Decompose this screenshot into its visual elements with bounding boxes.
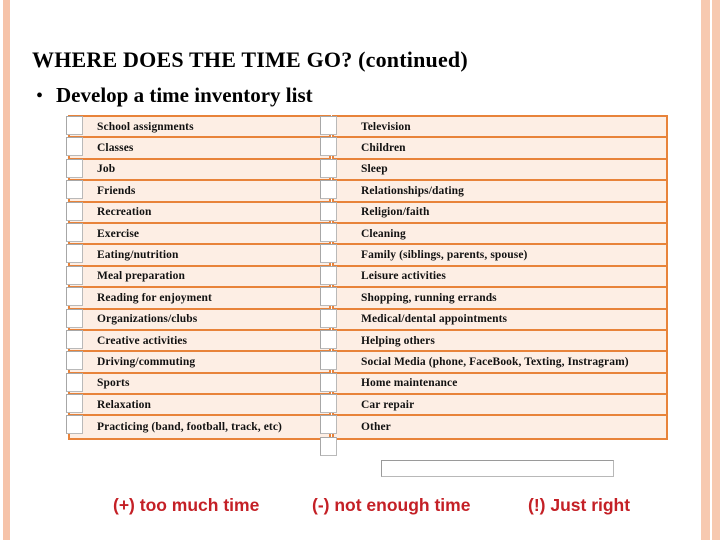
inventory-row[interactable]: Relaxation xyxy=(70,395,329,417)
inventory-row-label: Driving/commuting xyxy=(97,355,196,368)
inventory-row[interactable]: Sports xyxy=(70,374,329,396)
inventory-row-label: Leisure activities xyxy=(361,270,446,283)
inventory-checkbox[interactable] xyxy=(66,116,83,135)
inventory-checkbox[interactable] xyxy=(320,116,337,135)
inventory-checkbox[interactable] xyxy=(320,158,337,178)
inventory-checkbox[interactable] xyxy=(66,137,83,157)
inventory-row-label: Organizations/clubs xyxy=(97,313,198,326)
legend-item-just-right: (!) Just right xyxy=(528,495,631,515)
inventory-row[interactable]: Practicing (band, football, track, etc) xyxy=(70,416,329,437)
inventory-row[interactable]: Job xyxy=(70,160,329,182)
inventory-checkbox[interactable] xyxy=(320,351,337,371)
inventory-checkbox[interactable] xyxy=(320,415,337,435)
inventory-row[interactable]: Helping others xyxy=(334,331,666,353)
inventory-row-label: Religion/faith xyxy=(361,206,430,219)
inventory-table-right: Television Children Sleep Relationships/dat… xyxy=(332,115,668,440)
inventory-row[interactable]: Family (siblings, parents, spouse) xyxy=(334,245,666,267)
inventory-table-left: School assignments Classes Job Friends Recre… xyxy=(68,115,331,440)
inventory-checkbox[interactable] xyxy=(320,265,337,285)
inventory-row[interactable]: Recreation xyxy=(70,203,329,224)
inventory-checkbox[interactable] xyxy=(320,436,337,456)
inventory-row-label: School assignments xyxy=(97,120,194,133)
inventory-row[interactable]: Relationships/dating xyxy=(334,181,666,203)
inventory-row[interactable]: Other xyxy=(334,416,666,437)
inventory-row[interactable]: Creative activities xyxy=(70,331,329,353)
inventory-row-label: Family (siblings, parents, spouse) xyxy=(361,249,528,262)
legend: (+) too much time (-) not enough time (!… xyxy=(0,495,700,521)
inventory-row-label: Children xyxy=(361,142,406,155)
inventory-checkbox[interactable] xyxy=(66,222,83,242)
inventory-checkbox[interactable] xyxy=(320,287,337,307)
inventory-checkbox[interactable] xyxy=(66,158,83,178)
inventory-row-label: Shopping, running errands xyxy=(361,291,497,304)
inventory-checkbox[interactable] xyxy=(66,372,83,392)
inventory-row[interactable]: Home maintenance xyxy=(334,374,666,396)
inventory-row[interactable]: Eating/nutrition xyxy=(70,245,329,267)
inventory-row-label: Creative activities xyxy=(97,334,188,347)
inventory-row-label: Relationships/dating xyxy=(361,184,464,197)
inventory-row[interactable]: Shopping, running errands xyxy=(334,288,666,310)
inventory-row-label: Helping others xyxy=(361,334,435,347)
inventory-row[interactable]: Friends xyxy=(70,181,329,203)
inventory-checkbox[interactable] xyxy=(66,244,83,264)
inventory-row[interactable]: Meal preparation xyxy=(70,267,329,289)
inventory-row-label: Eating/nutrition xyxy=(97,249,179,262)
inventory-checkbox[interactable] xyxy=(66,308,83,328)
inventory-checkbox[interactable] xyxy=(320,329,337,349)
inventory-checkbox[interactable] xyxy=(320,222,337,242)
time-inventory-table: School assignments Classes Job Friends Recre… xyxy=(0,0,720,540)
inventory-checkbox[interactable] xyxy=(320,180,337,200)
slide-content: WHERE DOES THE TIME GO? (continued) • De… xyxy=(0,0,720,540)
inventory-row[interactable]: Reading for enjoyment xyxy=(70,288,329,310)
inventory-row-label: Social Media (phone, FaceBook, Texting, … xyxy=(361,355,629,368)
inventory-checkbox[interactable] xyxy=(66,180,83,200)
inventory-row[interactable]: School assignments xyxy=(70,117,329,139)
inventory-row-label: Cleaning xyxy=(361,227,406,240)
legend-item-too-much-time: (+) too much time xyxy=(113,495,260,515)
inventory-row[interactable]: Medical/dental appointments xyxy=(334,310,666,331)
inventory-row[interactable]: Leisure activities xyxy=(334,267,666,289)
inventory-row-label: Sleep xyxy=(361,163,388,176)
inventory-row[interactable]: Social Media (phone, FaceBook, Texting, … xyxy=(334,352,666,374)
inventory-row[interactable]: Exercise xyxy=(70,224,329,246)
inventory-row[interactable]: Classes xyxy=(70,138,329,160)
inventory-row[interactable]: Children xyxy=(334,138,666,160)
inventory-row-label: Other xyxy=(361,421,391,434)
inventory-row-label: Meal preparation xyxy=(97,270,185,283)
checkbox-column-right xyxy=(320,116,338,458)
inventory-checkbox[interactable] xyxy=(320,308,337,328)
inventory-row[interactable]: Religion/faith xyxy=(334,203,666,224)
other-answer-input[interactable] xyxy=(381,460,614,477)
legend-item-not-enough-time: (-) not enough time xyxy=(312,495,471,515)
inventory-row[interactable]: Driving/commuting xyxy=(70,352,329,374)
inventory-row[interactable]: Cleaning xyxy=(334,224,666,246)
inventory-row-label: Medical/dental appointments xyxy=(361,313,508,326)
inventory-checkbox[interactable] xyxy=(320,394,337,414)
inventory-row-label: Practicing (band, football, track, etc) xyxy=(97,421,282,434)
inventory-row[interactable]: Car repair xyxy=(334,395,666,417)
inventory-checkbox[interactable] xyxy=(66,265,83,285)
inventory-checkbox[interactable] xyxy=(66,394,83,414)
inventory-row[interactable]: Organizations/clubs xyxy=(70,310,329,331)
inventory-row-label: Car repair xyxy=(361,398,415,411)
checkbox-column-left xyxy=(66,116,84,437)
inventory-checkbox[interactable] xyxy=(66,351,83,371)
inventory-checkbox[interactable] xyxy=(320,244,337,264)
inventory-row[interactable]: Television xyxy=(334,117,666,139)
inventory-checkbox[interactable] xyxy=(66,201,83,221)
inventory-checkbox[interactable] xyxy=(320,201,337,221)
inventory-row[interactable]: Sleep xyxy=(334,160,666,182)
inventory-row-label: Home maintenance xyxy=(361,377,458,390)
inventory-checkbox[interactable] xyxy=(320,137,337,157)
inventory-row-label: Television xyxy=(361,120,411,133)
inventory-checkbox[interactable] xyxy=(320,372,337,392)
inventory-checkbox[interactable] xyxy=(66,415,83,435)
inventory-row-label: Reading for enjoyment xyxy=(97,291,212,304)
inventory-checkbox[interactable] xyxy=(66,287,83,307)
inventory-checkbox[interactable] xyxy=(66,329,83,349)
